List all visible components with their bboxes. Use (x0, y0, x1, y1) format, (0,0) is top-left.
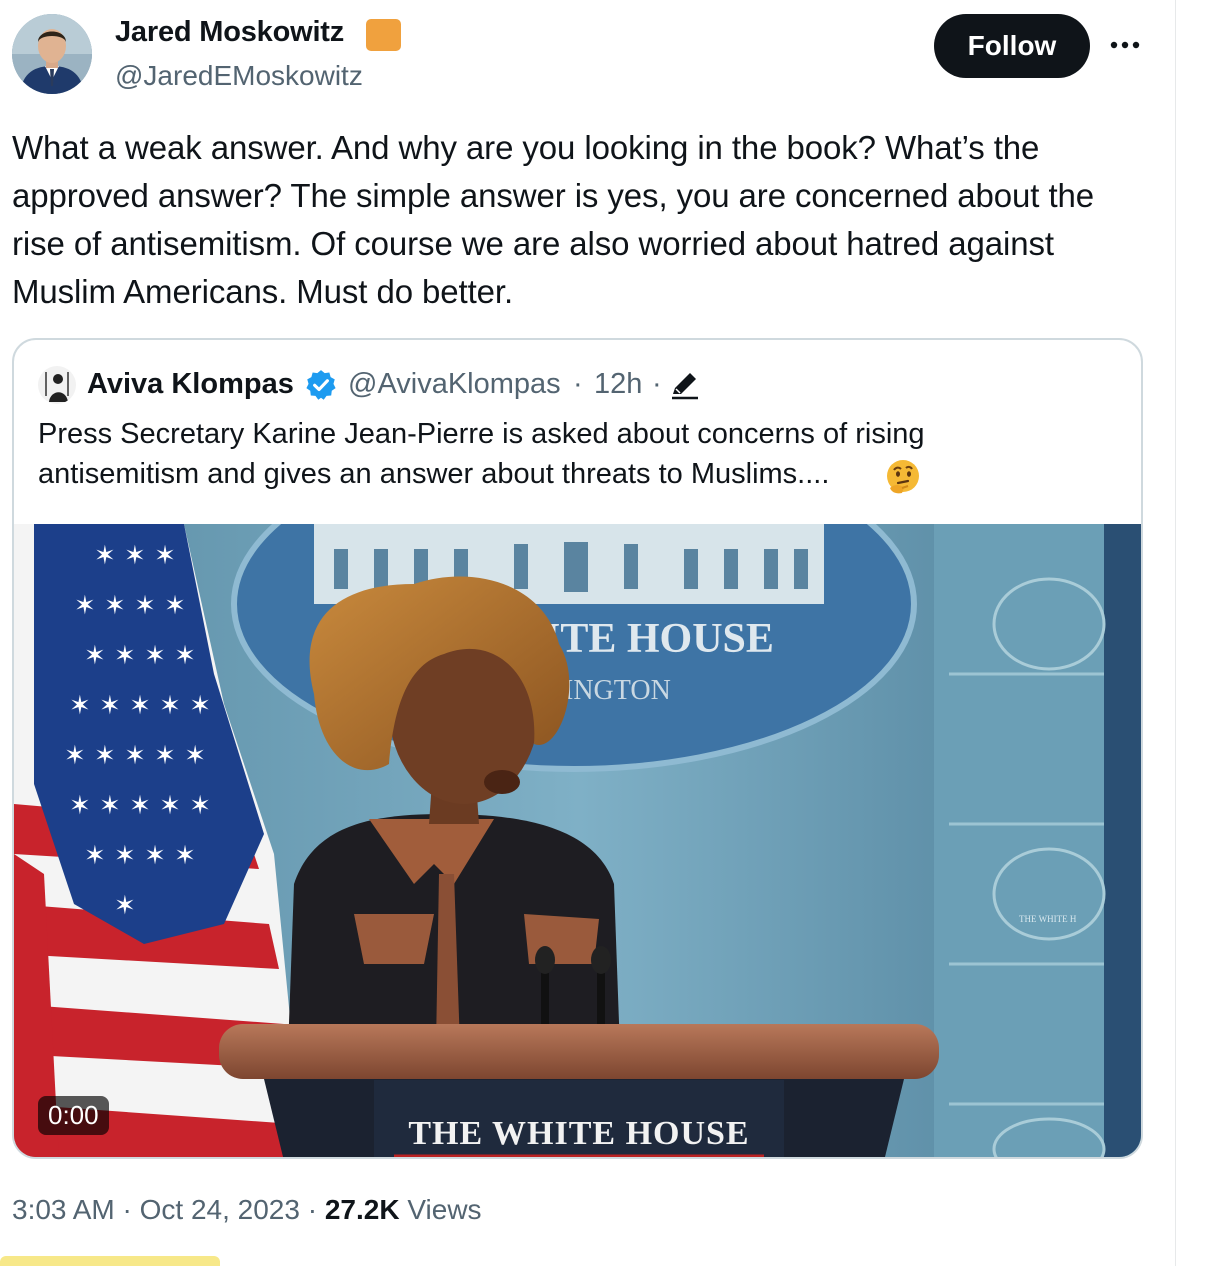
follow-button[interactable]: Follow (934, 14, 1090, 78)
backdrop-seal-subtext: INGTON (564, 675, 671, 706)
separator-dot: · (307, 1194, 318, 1225)
quoted-tweet[interactable]: Aviva Klompas @AvivaKlompas · 12h · Pres… (12, 338, 1143, 1159)
svg-text:✶ ✶ ✶ ✶: ✶ ✶ ✶ ✶ (84, 641, 196, 671)
separator-dot: · (652, 368, 662, 400)
video-player[interactable]: THE WHITE H ITE HOUSE INGTON ✶ ✶ ✶ ✶ ✶ ✶… (14, 524, 1141, 1157)
verified-badge-icon (304, 368, 338, 402)
quote-author-name[interactable]: Aviva Klompas (87, 368, 294, 401)
tweet-meta: 3:03 AM · Oct 24, 2023 · 27.2K Views (12, 1194, 482, 1226)
svg-text:✶: ✶ (114, 891, 136, 921)
video-frame: THE WHITE H ITE HOUSE INGTON ✶ ✶ ✶✶ ✶ ✶ … (14, 524, 1141, 1157)
affiliate-badge-icon (366, 19, 401, 51)
author-avatar[interactable] (12, 14, 92, 94)
author-handle[interactable]: @JaredEMoskowitz (115, 60, 363, 92)
svg-text:✶ ✶ ✶ ✶: ✶ ✶ ✶ ✶ (84, 841, 196, 871)
bottom-highlight-strip (0, 1256, 220, 1266)
svg-text:✶ ✶ ✶: ✶ ✶ ✶ (94, 541, 176, 571)
quote-timestamp[interactable]: 12h (594, 368, 642, 401)
side-seal-text: THE WHITE H (1019, 914, 1077, 924)
tweet-time[interactable]: 3:03 AM (12, 1194, 115, 1225)
more-icon[interactable] (1108, 28, 1142, 62)
views-count: 27.2K (324, 1194, 400, 1225)
right-divider (1175, 0, 1176, 1266)
views-label: Views (407, 1194, 482, 1225)
edited-pencil-icon[interactable] (668, 368, 702, 402)
tweet-text: What a weak answer. And why are you look… (12, 129, 1095, 310)
podium-text: THE WHITE HOUSE (408, 1115, 749, 1152)
quote-author-avatar[interactable] (38, 366, 76, 404)
svg-text:✶ ✶ ✶ ✶ ✶: ✶ ✶ ✶ ✶ ✶ (69, 691, 211, 721)
separator-dot: · (573, 368, 583, 400)
backdrop-seal-text: ITE HOUSE (544, 616, 774, 662)
svg-text:✶ ✶ ✶ ✶ ✶: ✶ ✶ ✶ ✶ ✶ (64, 741, 206, 771)
svg-text:✶ ✶ ✶ ✶ ✶: ✶ ✶ ✶ ✶ ✶ (69, 791, 211, 821)
thinking-face-icon (884, 458, 922, 496)
video-timecode: 0:00 (38, 1096, 109, 1135)
svg-text:✶ ✶ ✶ ✶: ✶ ✶ ✶ ✶ (74, 591, 186, 621)
author-name[interactable]: Jared Moskowitz (115, 16, 344, 49)
tweet-date[interactable]: Oct 24, 2023 (140, 1194, 300, 1225)
quote-author-handle[interactable]: @AvivaKlompas (348, 368, 561, 401)
separator-dot: · (122, 1194, 132, 1225)
